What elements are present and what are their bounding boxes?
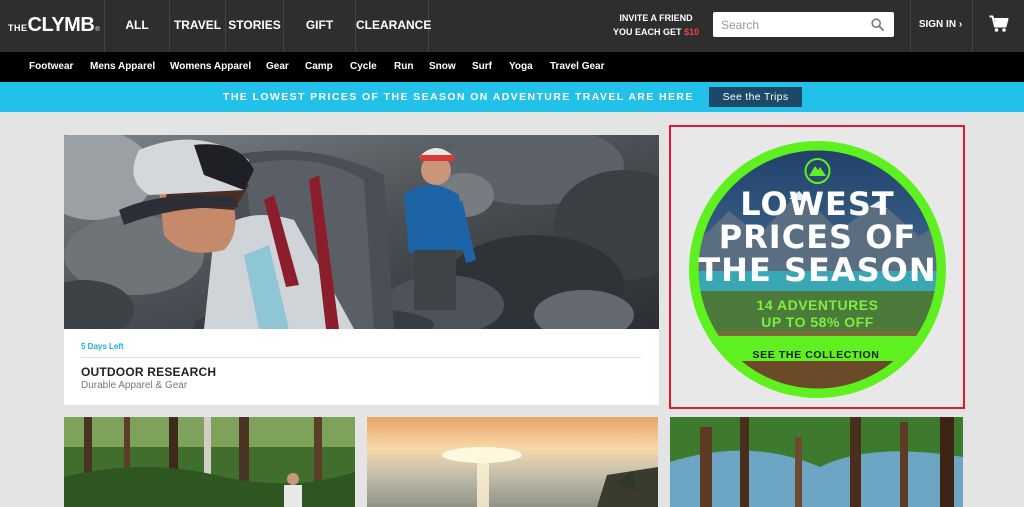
sale-card-outdoor-research[interactable]: 5 Days Left OUTDOOR RESEARCH Durable App… (64, 135, 659, 405)
nav-stories[interactable]: STORIES (225, 0, 283, 52)
clymb-logo[interactable]: THE CLYMB ® (8, 14, 100, 36)
redwood-forest-photo (670, 417, 963, 507)
sale-tile-forest-hiker[interactable] (64, 417, 355, 507)
search-box (713, 12, 894, 37)
search-icon[interactable] (871, 18, 884, 31)
sale-tile-redwoods[interactable] (670, 417, 963, 507)
invite-line1: INVITE A FRIEND (619, 13, 693, 23)
ad-headline-line3: THE SEASON (698, 251, 937, 289)
category-snow[interactable]: Snow (429, 52, 456, 82)
category-travel-gear[interactable]: Travel Gear (550, 52, 604, 82)
category-womens-apparel[interactable]: Womens Apparel (170, 52, 251, 82)
invite-line2-prefix: YOU EACH GET (612, 27, 684, 37)
nav-clearance[interactable]: CLEARANCE (355, 0, 431, 52)
ad-headline-line1: LOWEST (740, 185, 895, 223)
category-mens-apparel[interactable]: Mens Apparel (90, 52, 155, 82)
sale-card-info: 5 Days Left OUTDOOR RESEARCH Durable App… (64, 329, 659, 405)
sign-in-link[interactable]: SIGN IN › (910, 0, 970, 52)
see-the-collection-button[interactable]: SEE THE COLLECTION (725, 346, 907, 364)
cart-button[interactable] (972, 0, 1024, 52)
category-surf[interactable]: Surf (472, 52, 492, 82)
invite-friend-link[interactable]: INVITE A FRIEND YOU EACH GET $10 (612, 11, 700, 39)
forest-hiker-photo (64, 417, 355, 507)
ad-offer-line2: UP TO 58% OFF (761, 314, 874, 330)
category-run[interactable]: Run (394, 52, 413, 82)
days-left-label: 5 Days Left (81, 342, 124, 351)
hiking-photo (64, 135, 659, 329)
ad-offer: 14 ADVENTURES UP TO 58% OFF (689, 297, 946, 331)
ad-offer-line1: 14 ADVENTURES (756, 297, 879, 313)
see-the-trips-button[interactable]: See the Trips (709, 87, 802, 107)
search-input[interactable] (721, 16, 866, 33)
sale-subtitle: Durable Apparel & Gear (81, 380, 188, 391)
category-yoga[interactable]: Yoga (509, 52, 533, 82)
sale-brand-title[interactable]: OUTDOOR RESEARCH (81, 365, 216, 379)
card-divider (81, 357, 641, 358)
top-header: THE CLYMB ® ALL SALES TRAVEL STORIES GIF… (0, 0, 1024, 82)
category-gear[interactable]: Gear (266, 52, 289, 82)
category-footwear[interactable]: Footwear (29, 52, 73, 82)
sunset-beach-photo (367, 417, 658, 507)
category-bar: Footwear Mens Apparel Womens Apparel Gea… (0, 52, 1024, 82)
logo-main: CLYMB (27, 14, 95, 36)
sale-tile-sunset-beach[interactable] (367, 417, 658, 507)
category-cycle[interactable]: Cycle (350, 52, 377, 82)
promo-text: THE LOWEST PRICES OF THE SEASON ON ADVEN… (223, 91, 694, 103)
invite-amount: $10 (683, 27, 700, 37)
logo-prefix: THE (8, 23, 28, 33)
nav-gift-cards[interactable]: GIFT CARDS (283, 0, 355, 82)
ad-headline: LOWEST PRICES OF THE SEASON (689, 188, 946, 287)
cart-icon (989, 15, 1009, 32)
logo-mark: ® (95, 27, 100, 33)
promo-banner: THE LOWEST PRICES OF THE SEASON ON ADVEN… (0, 82, 1024, 112)
nav-travel[interactable]: TRAVEL (169, 0, 225, 52)
ad-headline-line2: PRICES OF (718, 218, 917, 256)
category-camp[interactable]: Camp (305, 52, 333, 82)
invite-line2: YOU EACH GET $10 (612, 25, 700, 39)
nav-all-sales[interactable]: ALL SALES (104, 0, 169, 82)
